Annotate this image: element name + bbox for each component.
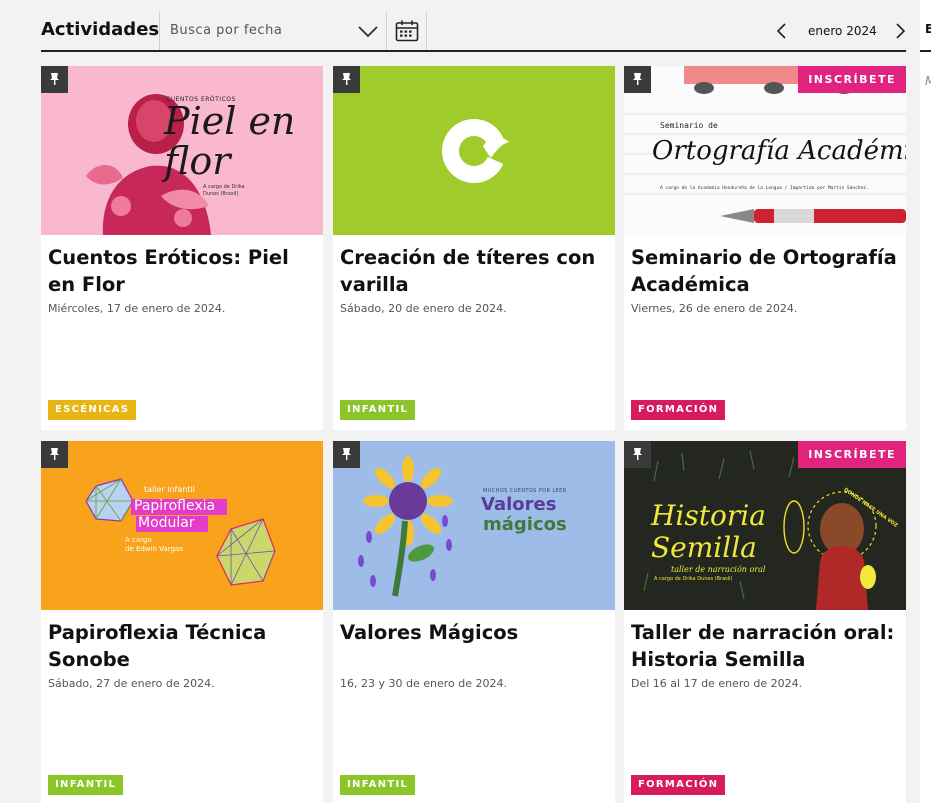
image-credit-line1: A cargo	[125, 536, 152, 544]
date-search-select[interactable]: Busca por fecha	[159, 12, 387, 50]
image-kicker: taller infantil	[144, 485, 195, 494]
event-title[interactable]: Cuentos Eróticos: Piel en Flor	[48, 244, 316, 298]
event-title[interactable]: Taller de narración oral: Historia Semil…	[631, 619, 899, 673]
event-image: CUENTOS ERÓTICOS Piel en flor A cargo de…	[41, 66, 323, 235]
pinned-badge	[624, 441, 651, 468]
pinned-badge	[333, 66, 360, 93]
event-date: Sábado, 20 de enero de 2024.	[340, 302, 507, 315]
image-credit-line2: Dunes (Brasil)	[203, 191, 239, 197]
divider	[920, 50, 931, 52]
event-date: Miércoles, 17 de enero de 2024.	[48, 302, 226, 315]
category-tag[interactable]: INFANTIL	[340, 400, 416, 420]
event-date: Del 16 al 17 de enero de 2024.	[631, 677, 803, 690]
event-card[interactable]: Seminario de Ortografía Académica A carg…	[624, 66, 906, 430]
event-card[interactable]: Creación de títeres con varilla Sábado, …	[333, 66, 615, 430]
adjacent-panel: E M	[920, 0, 931, 803]
event-title[interactable]: Papiroflexia Técnica Sonobe	[48, 619, 316, 673]
image-credit-line2: de Edwin Vargas	[125, 545, 183, 553]
category-tag[interactable]: INFANTIL	[48, 775, 124, 795]
pinned-badge	[41, 441, 68, 468]
category-tag[interactable]: ESCÉNICAS	[48, 400, 137, 420]
image-heading-line2: mágicos	[483, 514, 567, 535]
image-subtitle: taller de narración oral	[671, 565, 766, 574]
date-search-placeholder: Busca por fecha	[170, 23, 283, 38]
image-heading-line2: Modular	[138, 515, 195, 531]
image-heading-line2: Semilla	[651, 531, 757, 564]
event-image	[333, 66, 615, 235]
event-date: Viernes, 26 de enero de 2024.	[631, 302, 798, 315]
image-credit-line1: A cargo de Drika	[203, 184, 245, 190]
pinned-badge	[624, 66, 651, 93]
current-month-label: enero 2024	[808, 24, 877, 38]
image-credit: A cargo de la Academia Hondureña de la L…	[660, 186, 869, 191]
event-card[interactable]: taller infantil Papiroflexia Modular A c…	[41, 441, 323, 803]
enroll-badge[interactable]: INSCRÍBETE	[798, 441, 906, 468]
event-card[interactable]: MUCHOS CUENTOS POR LEER Valores mágicos …	[333, 441, 615, 803]
event-card[interactable]: Historia Semilla taller de narración ora…	[624, 441, 906, 803]
event-title[interactable]: Creación de títeres con varilla	[340, 244, 608, 298]
image-heading: Ortografía Académica	[652, 136, 906, 166]
event-date: 16, 23 y 30 de enero de 2024.	[340, 677, 507, 690]
chevron-down-icon	[358, 25, 378, 43]
event-image: MUCHOS CUENTOS POR LEER Valores mágicos	[333, 441, 615, 610]
image-credit: A cargo de Drika Dunes (Brasil)	[654, 576, 733, 582]
image-heading-line1: Historia	[651, 499, 766, 532]
pinned-badge	[41, 66, 68, 93]
event-date: Sábado, 27 de enero de 2024.	[48, 677, 215, 690]
activities-header: Actividades Busca por fecha enero 2024	[41, 12, 906, 52]
adjacent-panel-title: E	[925, 22, 931, 36]
category-tag[interactable]: FORMACIÓN	[631, 400, 726, 420]
page-title: Actividades	[41, 19, 160, 40]
calendar-button[interactable]	[387, 12, 427, 50]
event-image: taller infantil Papiroflexia Modular A c…	[41, 441, 323, 610]
category-tag[interactable]: FORMACIÓN	[631, 775, 726, 795]
puppet-logo-icon	[333, 66, 615, 235]
adjacent-panel-text: M	[925, 74, 931, 88]
image-heading-line1: Valores	[481, 494, 557, 515]
pinned-badge	[333, 441, 360, 468]
event-title[interactable]: Seminario de Ortografía Académica	[631, 244, 899, 298]
category-tag[interactable]: INFANTIL	[340, 775, 416, 795]
image-kicker: Seminario de	[660, 121, 718, 130]
previous-month-button[interactable]	[776, 23, 788, 44]
enroll-badge[interactable]: INSCRÍBETE	[798, 66, 906, 93]
image-heading-line1: Piel en	[164, 99, 296, 143]
event-card[interactable]: CUENTOS ERÓTICOS Piel en flor A cargo de…	[41, 66, 323, 430]
event-title[interactable]: Valores Mágicos	[340, 619, 608, 646]
image-heading-line2: flor	[164, 139, 231, 183]
next-month-button[interactable]	[894, 23, 906, 44]
image-heading-line1: Papiroflexia	[134, 498, 216, 514]
